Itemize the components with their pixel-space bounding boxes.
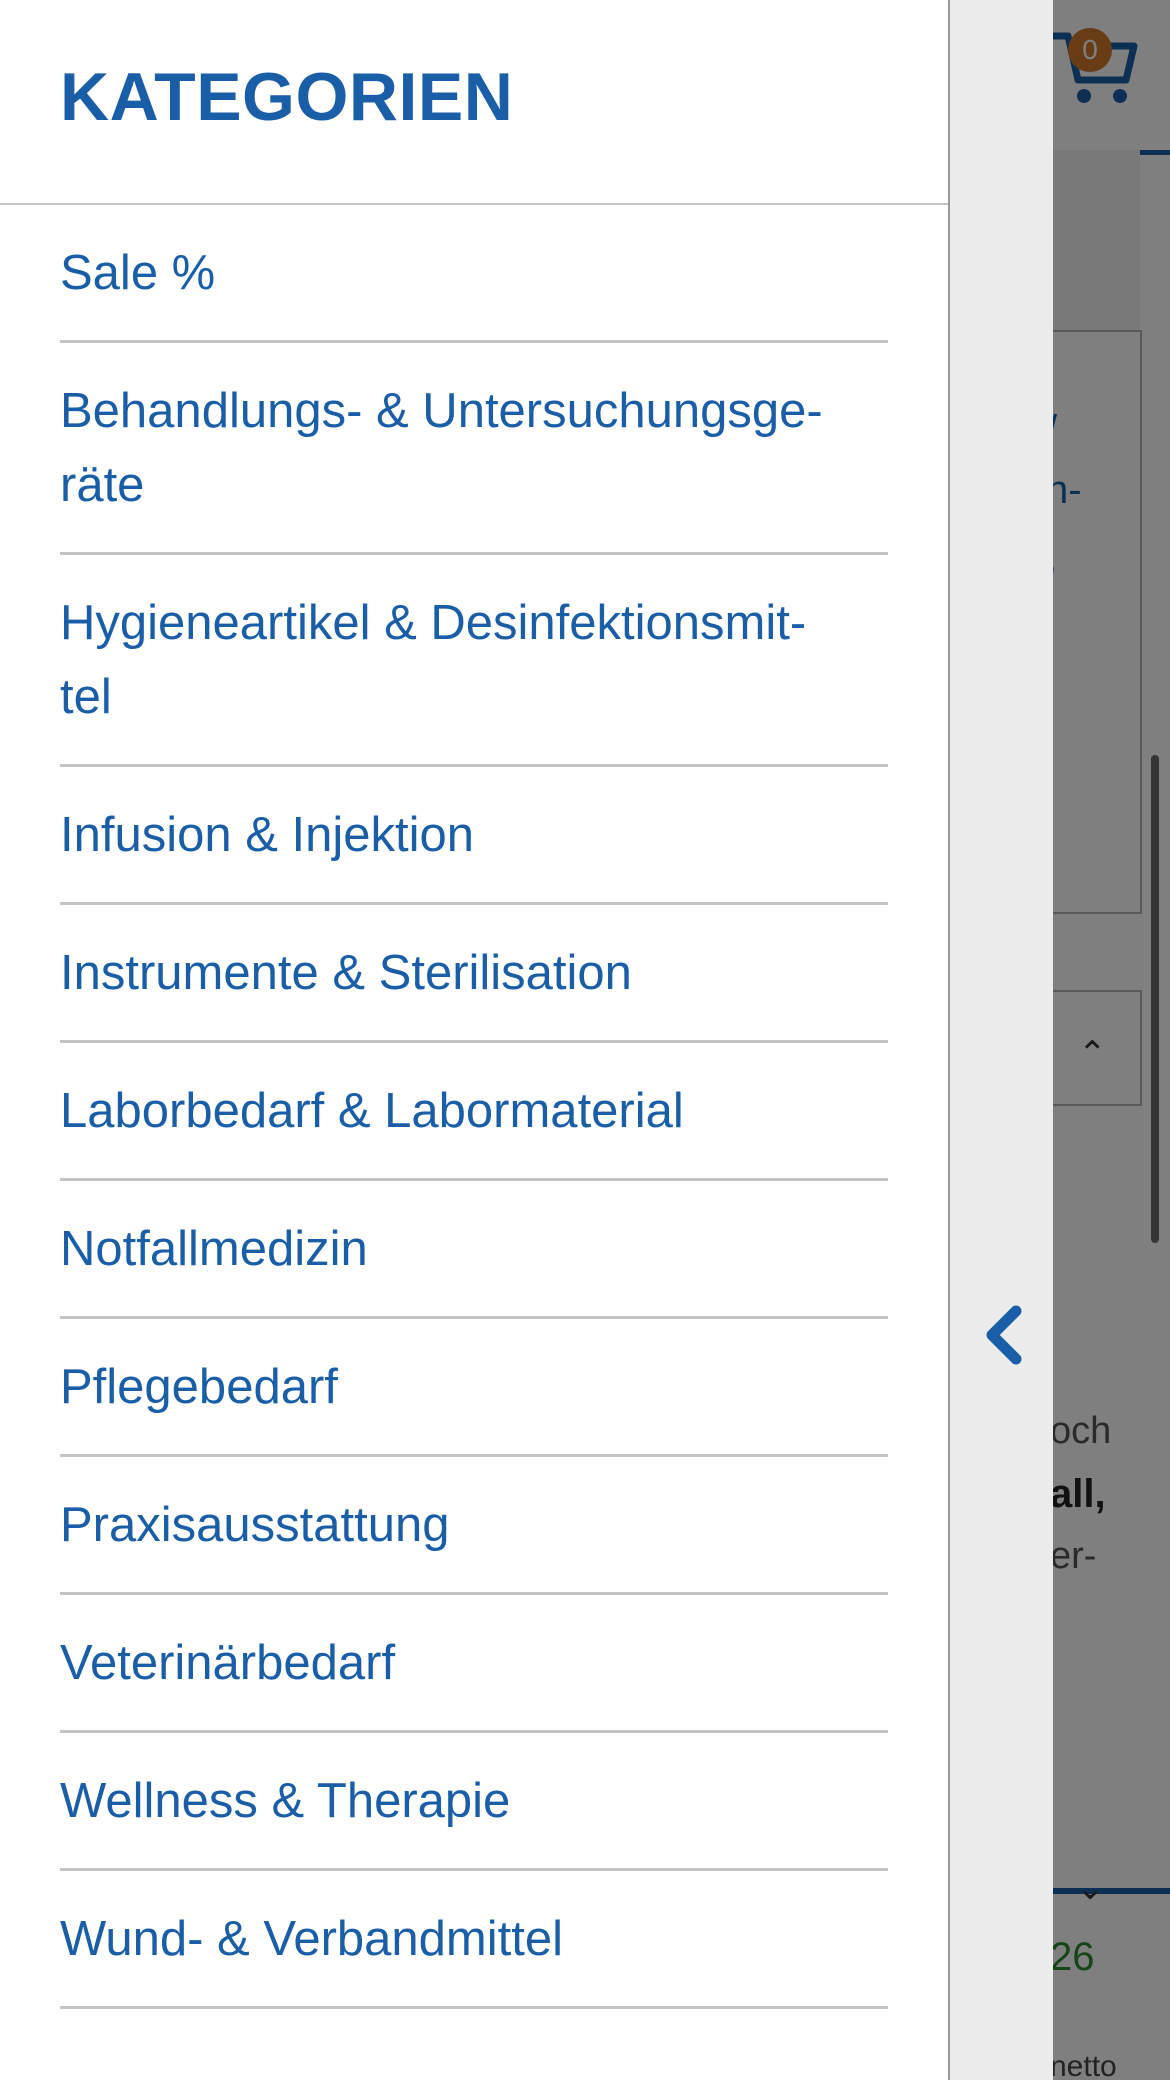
category-item[interactable]: Praxisausstattung	[60, 1457, 888, 1595]
category-label: Sale %	[60, 236, 215, 310]
drawer-title: KATEGORIEN	[60, 59, 514, 135]
category-drawer: KATEGORIEN Sale % Behandlungs- & Untersuc…	[0, 0, 1053, 2080]
drawer-side-strip	[950, 0, 1053, 2080]
category-label-line: Pflegebedarf	[60, 1359, 338, 1414]
category-label: Hygieneartikel & Desinfektionsmit-tel	[60, 586, 806, 734]
chevron-left-icon[interactable]	[980, 1305, 1026, 1365]
category-label: Wund- & Verbandmittel	[60, 1902, 563, 1976]
category-item[interactable]: Behandlungs- & Untersuchungsge-räte	[60, 343, 888, 555]
category-label: Laborbedarf & Labormaterial	[60, 1074, 684, 1148]
category-label: Wellness & Therapie	[60, 1764, 510, 1838]
category-item[interactable]: Hygieneartikel & Desinfektionsmit-tel	[60, 555, 888, 767]
category-label-line: Veterinärbedarf	[60, 1635, 396, 1690]
category-label: Notfallmedizin	[60, 1212, 368, 1286]
category-item[interactable]: Laborbedarf & Labormaterial	[60, 1043, 888, 1181]
category-item[interactable]: Instrumente & Sterilisation	[60, 905, 888, 1043]
category-label-line: Wellness & Therapie	[60, 1773, 511, 1828]
category-label-line: räte	[60, 457, 145, 512]
category-label: Behandlungs- & Untersuchungsge-räte	[60, 374, 823, 522]
category-item[interactable]: Pflegebedarf	[60, 1319, 888, 1457]
category-label: Praxisausstattung	[60, 1488, 450, 1562]
category-list: Sale % Behandlungs- & Untersuchungsge-rät…	[60, 205, 888, 2009]
category-label: Instrumente & Sterilisation	[60, 936, 632, 1010]
category-label-line: Behandlungs- & Untersuchungsge-	[60, 383, 823, 438]
category-label-line: tel	[60, 669, 112, 724]
category-label-line: Hygieneartikel & Desinfektionsmit-	[60, 595, 807, 650]
category-label: Infusion & Injektion	[60, 798, 474, 872]
category-item[interactable]: Veterinärbedarf	[60, 1595, 888, 1733]
category-label-line: Sale %	[60, 245, 216, 300]
drawer-panel: KATEGORIEN Sale % Behandlungs- & Untersuc…	[0, 0, 950, 2080]
category-item[interactable]: Wund- & Verbandmittel	[60, 1871, 888, 2009]
page: 0 / n- , ⌃ och all, er- ⌄ 26 netto KATEG…	[0, 0, 1170, 2080]
category-label-line: Notfallmedizin	[60, 1221, 368, 1276]
category-label-line: Infusion & Injektion	[60, 807, 475, 862]
category-label-line: Instrumente & Sterilisation	[60, 945, 632, 1000]
category-item[interactable]: Wellness & Therapie	[60, 1733, 888, 1871]
category-item[interactable]: Infusion & Injektion	[60, 767, 888, 905]
category-label: Veterinärbedarf	[60, 1626, 395, 1700]
category-label: Pflegebedarf	[60, 1350, 338, 1424]
category-label-line: Wund- & Verbandmittel	[60, 1911, 563, 1966]
category-label-line: Laborbedarf & Labormaterial	[60, 1083, 684, 1138]
category-item[interactable]: Sale %	[60, 205, 888, 343]
category-item[interactable]: Notfallmedizin	[60, 1181, 888, 1319]
category-label-line: Praxisausstattung	[60, 1497, 450, 1552]
